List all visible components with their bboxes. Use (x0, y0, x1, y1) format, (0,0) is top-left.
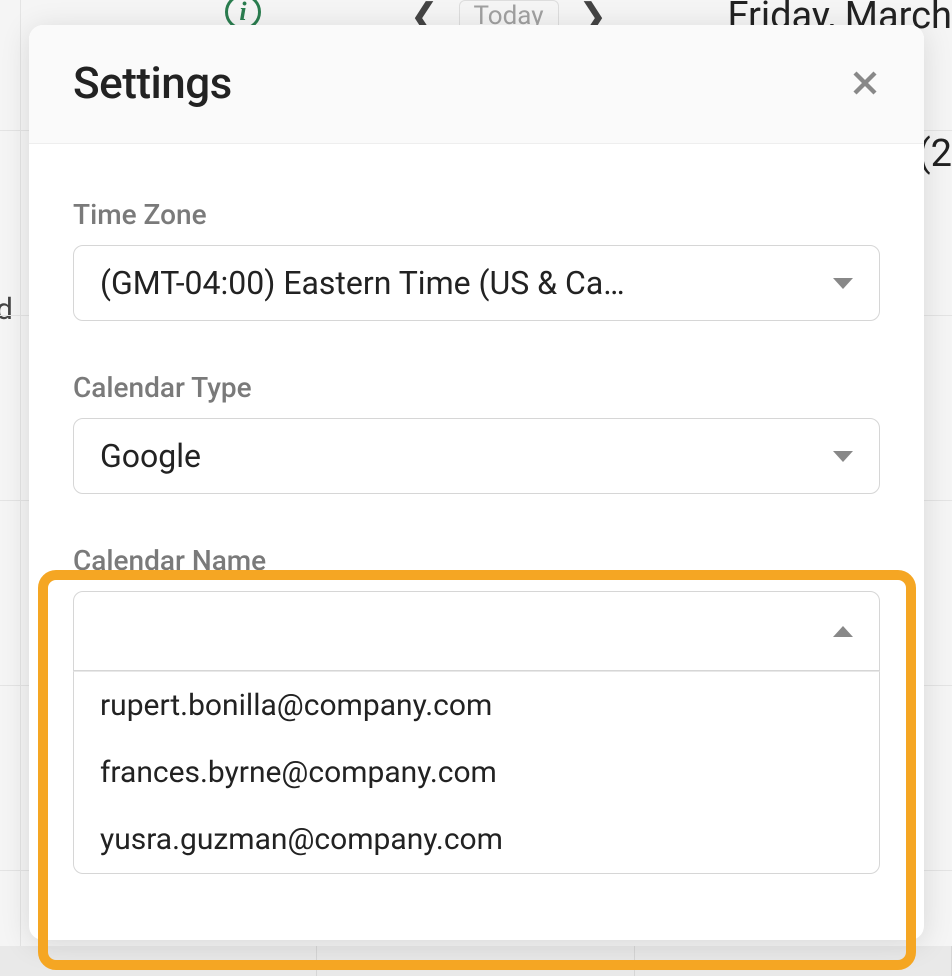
modal-header: Settings (29, 25, 924, 144)
calendar-name-dropdown: rupert.bonilla@company.com frances.byrne… (73, 591, 880, 874)
calendar-name-option[interactable]: frances.byrne@company.com (74, 739, 879, 806)
timezone-value: (GMT-04:00) Eastern Time (US & Ca… (100, 264, 625, 302)
calendar-name-select[interactable] (73, 591, 880, 671)
timezone-label: Time Zone (73, 198, 880, 231)
calendar-type-select[interactable]: Google (73, 418, 880, 494)
field-timezone: Time Zone (GMT-04:00) Eastern Time (US &… (73, 198, 880, 321)
calendar-type-value: Google (100, 437, 201, 475)
modal-title: Settings (73, 57, 232, 109)
chevron-up-icon (833, 626, 853, 637)
modal-body: Time Zone (GMT-04:00) Eastern Time (US &… (29, 144, 924, 874)
field-calendar-type: Calendar Type Google (73, 371, 880, 494)
calendar-type-label: Calendar Type (73, 371, 880, 404)
close-icon[interactable] (850, 68, 880, 98)
calendar-name-option[interactable]: rupert.bonilla@company.com (74, 672, 879, 739)
calendar-name-options: rupert.bonilla@company.com frances.byrne… (73, 671, 880, 874)
settings-modal: Settings Time Zone (GMT-04:00) Eastern T… (29, 25, 924, 940)
calendar-name-label: Calendar Name (73, 544, 880, 577)
field-calendar-name: Calendar Name rupert.bonilla@company.com… (73, 544, 880, 874)
timezone-select[interactable]: (GMT-04:00) Eastern Time (US & Ca… (73, 245, 880, 321)
chevron-down-icon (833, 278, 853, 289)
calendar-name-option[interactable]: yusra.guzman@company.com (74, 806, 879, 873)
chevron-down-icon (833, 451, 853, 462)
bg-bottom-bar (0, 946, 952, 976)
